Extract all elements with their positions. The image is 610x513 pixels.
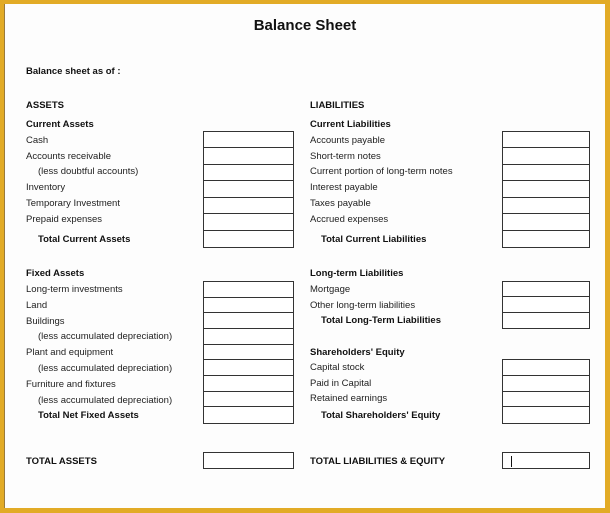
current-assets-value-cell[interactable]: [204, 148, 293, 165]
current-liabilities-value-cell[interactable]: [503, 231, 589, 247]
current-liabilities-input-column: [502, 131, 590, 248]
line-item-label: Taxes payable: [310, 197, 371, 209]
as-of-label: Balance sheet as of :: [26, 66, 121, 77]
fixed-assets-input-column: [203, 281, 294, 424]
line-item-label: Long-term investments: [26, 284, 123, 295]
fixed-assets-value-cell[interactable]: [204, 313, 293, 329]
fixed-assets-value-cell[interactable]: [204, 392, 293, 408]
text-cursor: [511, 456, 512, 467]
line-item-label: Land: [26, 299, 48, 311]
line-item-label: Furniture and fixtures: [26, 378, 116, 390]
long-term-liabilities-value-cell[interactable]: [503, 297, 589, 313]
line-item-label: Mortgage: [310, 284, 351, 295]
current-liabilities-value-cell[interactable]: [503, 214, 589, 231]
long-term-liabilities-heading: Long-term Liabilities: [310, 268, 404, 279]
line-item-label: Buildings: [26, 315, 65, 327]
equity-value-cell[interactable]: [503, 360, 589, 376]
total-liabilities-equity-label: TOTAL LIABILITIES & EQUITY: [310, 456, 446, 467]
equity-heading: Shareholders' Equity: [310, 347, 405, 358]
line-item-label: (less accumulated depreciation): [38, 331, 173, 343]
current-liabilities-value-cell[interactable]: [503, 198, 589, 215]
current-liabilities-value-cell[interactable]: [503, 148, 589, 165]
total-assets-label: TOTAL ASSETS: [26, 456, 97, 467]
line-item-label: Short-term notes: [310, 150, 381, 162]
current-liabilities-value-cell[interactable]: [503, 165, 589, 182]
fixed-assets-value-cell[interactable]: [204, 298, 293, 314]
total-long-term-liabilities-label: Total Long-Term Liabilities: [321, 315, 441, 326]
fixed-assets-value-cell[interactable]: [204, 376, 293, 392]
total-current-liabilities-label: Total Current Liabilities: [321, 234, 427, 245]
long-term-liabilities-value-cell[interactable]: [503, 282, 589, 298]
page-title: Balance Sheet: [0, 17, 610, 34]
line-item-label: (less accumulated depreciation): [38, 394, 173, 406]
line-item-label: Accounts payable: [310, 135, 385, 146]
line-item-label: Current portion of long-term notes: [310, 166, 453, 178]
fixed-assets-value-cell[interactable]: [204, 407, 293, 423]
line-item-label: Inventory: [26, 182, 66, 194]
line-item-label: Other long-term liabilities: [310, 299, 416, 311]
current-liabilities-heading: Current Liabilities: [310, 119, 391, 130]
current-assets-value-cell[interactable]: [204, 198, 293, 215]
document-page: [4, 4, 605, 508]
current-assets-value-cell[interactable]: [204, 231, 293, 247]
line-item-label: Interest payable: [310, 182, 378, 194]
equity-input-column: [502, 359, 590, 424]
current-assets-value-cell[interactable]: [204, 165, 293, 182]
line-item-label: (less doubtful accounts): [38, 166, 139, 178]
title-text: Balance Sheet: [253, 17, 357, 34]
liabilities-heading: LIABILITIES: [310, 100, 365, 111]
equity-value-cell[interactable]: [503, 376, 589, 392]
fixed-assets-heading: Fixed Assets: [26, 268, 85, 279]
fixed-assets-value-cell[interactable]: [204, 360, 293, 376]
current-assets-value-cell[interactable]: [204, 181, 293, 198]
total-fixed-assets-label: Total Net Fixed Assets: [38, 410, 139, 421]
current-assets-heading: Current Assets: [26, 119, 94, 130]
long-term-liabilities-input-column: [502, 281, 590, 329]
line-item-label: Cash: [26, 135, 49, 146]
long-term-liabilities-value-cell[interactable]: [503, 313, 589, 328]
line-item-label: Temporary Investment: [26, 197, 120, 209]
current-liabilities-value-cell[interactable]: [503, 132, 589, 149]
line-item-label: Paid in Capital: [310, 377, 372, 389]
fixed-assets-value-cell[interactable]: [204, 329, 293, 345]
line-item-label: Capital stock: [310, 362, 365, 373]
current-liabilities-value-cell[interactable]: [503, 181, 589, 198]
equity-value-cell[interactable]: [503, 407, 589, 423]
fixed-assets-value-cell[interactable]: [204, 345, 293, 361]
line-item-label: (less accumulated depreciation): [38, 363, 173, 374]
assets-heading: ASSETS: [26, 100, 65, 111]
total-assets-field[interactable]: [203, 452, 294, 469]
equity-value-cell[interactable]: [503, 392, 589, 408]
line-item-label: Plant and equipment: [26, 347, 114, 359]
line-item-label: Prepaid expenses: [26, 213, 103, 225]
fixed-assets-value-cell[interactable]: [204, 282, 293, 298]
current-assets-value-cell[interactable]: [204, 214, 293, 231]
current-assets-value-cell[interactable]: [204, 132, 293, 149]
line-item-label: Retained earnings: [310, 393, 388, 405]
line-item-label: Accrued expenses: [310, 213, 389, 225]
current-assets-input-column: [203, 131, 294, 248]
total-current-assets-label: Total Current Assets: [38, 234, 131, 245]
total-equity-label: Total Shareholders' Equity: [321, 410, 441, 421]
line-item-label: Accounts receivable: [26, 150, 112, 162]
total-liabilities-equity-field[interactable]: [502, 452, 590, 469]
